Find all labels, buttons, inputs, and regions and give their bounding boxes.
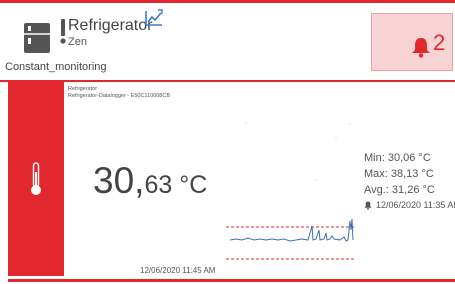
chart-speck bbox=[245, 122, 247, 124]
edit-chart-icon[interactable] bbox=[144, 9, 164, 27]
stat-min: Min: 30,06 °C bbox=[364, 152, 431, 164]
temperature-series bbox=[229, 218, 354, 242]
chart-speck bbox=[335, 137, 337, 139]
sensor-stats: Min: 30,06 °C Max: 38,13 °C Avg.: 31,26 … bbox=[364, 150, 455, 212]
temperature-integer: 30, bbox=[93, 160, 145, 201]
stat-max: Max: 38,13 °C bbox=[364, 168, 434, 180]
section-divider bbox=[0, 80, 455, 82]
bottom-accent-bar bbox=[8, 279, 455, 282]
measurement-timestamp: 12/06/2020 11:45 AM bbox=[140, 266, 216, 275]
sensor-name: Refrigerator bbox=[68, 86, 98, 92]
bell-icon bbox=[412, 38, 430, 58]
chart-speck bbox=[349, 123, 351, 125]
warning-icon bbox=[60, 19, 66, 44]
current-temperature: 30,63 °C bbox=[93, 160, 207, 202]
last-alarm-time: 12/06/2020 11:35 AM bbox=[376, 200, 455, 210]
device-name: Refrigerator bbox=[68, 17, 153, 34]
fridge-icon bbox=[24, 23, 50, 53]
sensor-title: Refrigerator Refrigerator-Datalogger - E… bbox=[68, 86, 170, 100]
last-alarm-row: 12/06/2020 11:35 AM bbox=[364, 198, 455, 212]
sensor-logger-id: Refrigerator-Datalogger - E50C110008CB bbox=[68, 93, 171, 99]
temperature-unit: °C bbox=[172, 171, 208, 199]
device-location: Zen bbox=[68, 36, 87, 48]
stat-avg: Avg.: 31,26 °C bbox=[364, 184, 435, 196]
bell-icon bbox=[364, 201, 372, 210]
alarm-count[interactable]: 2 bbox=[433, 30, 445, 56]
chart-speck bbox=[315, 179, 317, 181]
temperature-sparkline[interactable] bbox=[226, 120, 358, 268]
temperature-decimal: 63 bbox=[144, 171, 173, 199]
sensor-status-bar bbox=[8, 82, 64, 276]
thermometer-icon bbox=[31, 162, 41, 195]
group-label: Constant_monitoring bbox=[5, 61, 107, 73]
device-header[interactable]: Refrigerator Zen Constant_monitoring 2 bbox=[0, 3, 455, 74]
